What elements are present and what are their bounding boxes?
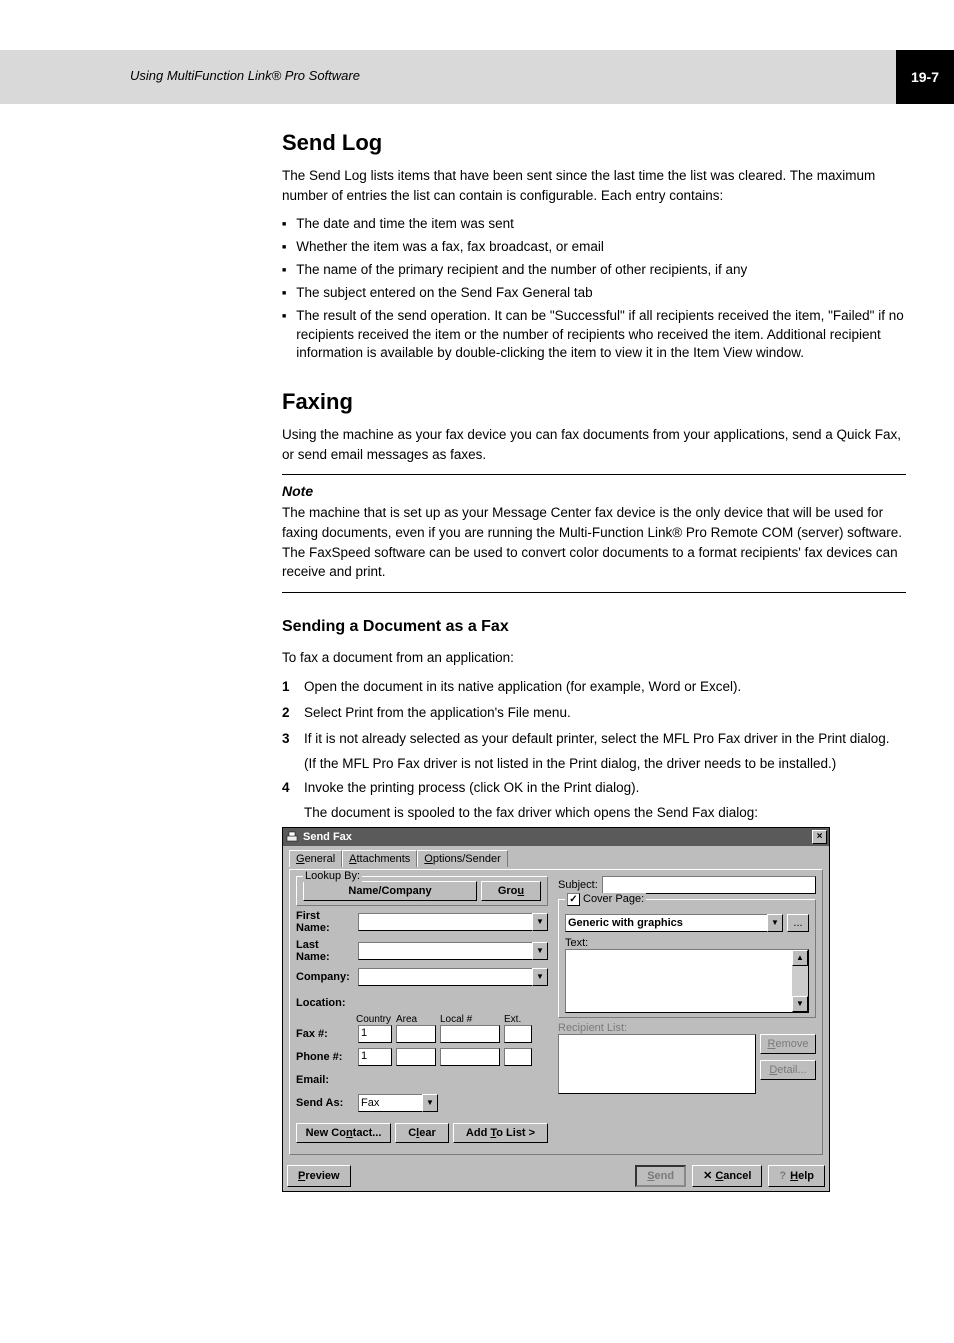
new-contact-button[interactable]: New Contact...: [296, 1123, 391, 1143]
bullet-3: The name of the primary recipient and th…: [296, 261, 747, 280]
fax-ext-input[interactable]: [504, 1025, 532, 1043]
last-name-label: Last Name:: [296, 939, 354, 963]
scroll-up-icon[interactable]: ▲: [792, 950, 808, 966]
scroll-down-icon[interactable]: ▼: [792, 996, 808, 1012]
header-breadcrumb: Using MultiFunction Link® Pro Software: [130, 68, 360, 83]
step1: Open the document in its native applicat…: [304, 677, 741, 697]
first-name-label: First Name:: [296, 910, 354, 934]
area-col: Area: [396, 1014, 438, 1025]
fax-icon: [285, 830, 299, 844]
detail-button[interactable]: Detail...: [760, 1060, 816, 1080]
phone-local-input[interactable]: [440, 1048, 500, 1066]
tab-general[interactable]: General: [289, 850, 342, 867]
recipient-list-label: Recipient List:: [558, 1022, 816, 1034]
subject-label: Subject:: [558, 879, 598, 891]
step3: If it is not already selected as your de…: [304, 729, 890, 749]
clear-button[interactable]: Clear: [395, 1123, 449, 1143]
chevron-down-icon[interactable]: ▼: [532, 913, 548, 931]
page-header-bar: Using MultiFunction Link® Pro Software 1…: [0, 50, 954, 104]
fax-area-input[interactable]: [396, 1025, 436, 1043]
checkbox-checked-icon[interactable]: ✓: [567, 893, 580, 906]
cancel-button[interactable]: ✕Cancel: [692, 1165, 762, 1187]
step-intro: To fax a document from an application:: [282, 648, 906, 668]
lookup-by-label: Lookup By:: [303, 870, 362, 882]
para-sendlog-desc: The Send Log lists items that have been …: [282, 166, 906, 205]
email-label: Email:: [296, 1074, 354, 1086]
chevron-down-icon[interactable]: ▼: [532, 942, 548, 960]
step2: Select Print from the application's File…: [304, 703, 571, 723]
section-heading-faxing: Faxing: [282, 389, 906, 415]
note-label: Note: [282, 483, 906, 499]
tab-attachments[interactable]: Attachments: [342, 850, 417, 867]
phone-num-label: Phone #:: [296, 1051, 354, 1063]
cover-text-area[interactable]: ▲ ▼: [565, 949, 809, 1013]
section-heading-sendlog: Send Log: [282, 130, 906, 156]
text-label: Text:: [565, 937, 809, 949]
title-bar[interactable]: Send Fax ×: [283, 828, 829, 846]
preview-button[interactable]: Preview: [287, 1165, 351, 1187]
bullet-4: The subject entered on the Send Fax Gene…: [296, 284, 592, 303]
bullet-2: Whether the item was a fax, fax broadcas…: [296, 238, 604, 257]
fax-local-input[interactable]: [440, 1025, 500, 1043]
last-name-combo[interactable]: ▼: [358, 942, 548, 960]
cover-template-combo[interactable]: Generic with graphics ▼: [565, 914, 783, 932]
step4: Invoke the printing process (click OK in…: [304, 778, 639, 798]
country-col: Country: [356, 1014, 394, 1025]
lookup-by-group: Lookup By: Name/Company Grou: [296, 876, 548, 906]
phone-ext-input[interactable]: [504, 1048, 532, 1066]
location-label: Location:: [296, 997, 354, 1009]
cover-page-checkbox[interactable]: ✓ Cover Page:: [565, 893, 646, 906]
question-icon: ?: [779, 1170, 786, 1182]
company-combo[interactable]: ▼: [358, 968, 548, 986]
recipient-list[interactable]: [558, 1034, 756, 1094]
tab-options-sender[interactable]: Options/Sender: [417, 850, 507, 867]
group-button[interactable]: Grou: [481, 881, 541, 901]
chevron-down-icon[interactable]: ▼: [532, 968, 548, 986]
cover-page-group: ✓ Cover Page: Generic with graphics ▼ ..…: [558, 899, 816, 1018]
add-to-list-button[interactable]: Add To List >: [453, 1123, 548, 1143]
bullet-5: The result of the send operation. It can…: [296, 307, 906, 364]
subject-input[interactable]: [602, 876, 816, 894]
chevron-down-icon[interactable]: ▼: [422, 1094, 438, 1112]
fax-country-input[interactable]: 1: [358, 1025, 392, 1043]
help-button[interactable]: ?Help: [768, 1165, 825, 1187]
note-text: The machine that is set up as your Messa…: [282, 503, 906, 581]
page-number: 19-7: [896, 50, 954, 104]
remove-button[interactable]: Remove: [760, 1034, 816, 1054]
phone-country-input[interactable]: 1: [358, 1048, 392, 1066]
close-button[interactable]: ×: [812, 830, 827, 844]
step3-sub: (If the MFL Pro Fax driver is not listed…: [304, 754, 906, 774]
subheading-send: Sending a Document as a Fax: [282, 615, 906, 638]
dialog-title: Send Fax: [303, 831, 812, 843]
send-fax-dialog: Send Fax × General Attachments Options/S…: [282, 827, 830, 1192]
send-as-combo[interactable]: Fax ▼: [358, 1094, 438, 1112]
ext-col: Ext.: [504, 1014, 532, 1025]
send-as-label: Send As:: [296, 1097, 354, 1109]
browse-button[interactable]: ...: [787, 914, 809, 932]
step4-sub: The document is spooled to the fax drive…: [304, 803, 906, 823]
send-button[interactable]: Send: [635, 1165, 686, 1187]
name-company-button[interactable]: Name/Company: [303, 881, 477, 901]
phone-area-input[interactable]: [396, 1048, 436, 1066]
first-name-combo[interactable]: ▼: [358, 913, 548, 931]
company-label: Company:: [296, 971, 354, 983]
x-icon: ✕: [703, 1170, 712, 1182]
chevron-down-icon[interactable]: ▼: [767, 914, 783, 932]
para-faxing-desc: Using the machine as your fax device you…: [282, 425, 906, 464]
fax-num-label: Fax #:: [296, 1028, 354, 1040]
bullet-1: The date and time the item was sent: [296, 215, 514, 234]
local-col: Local #: [440, 1014, 502, 1025]
